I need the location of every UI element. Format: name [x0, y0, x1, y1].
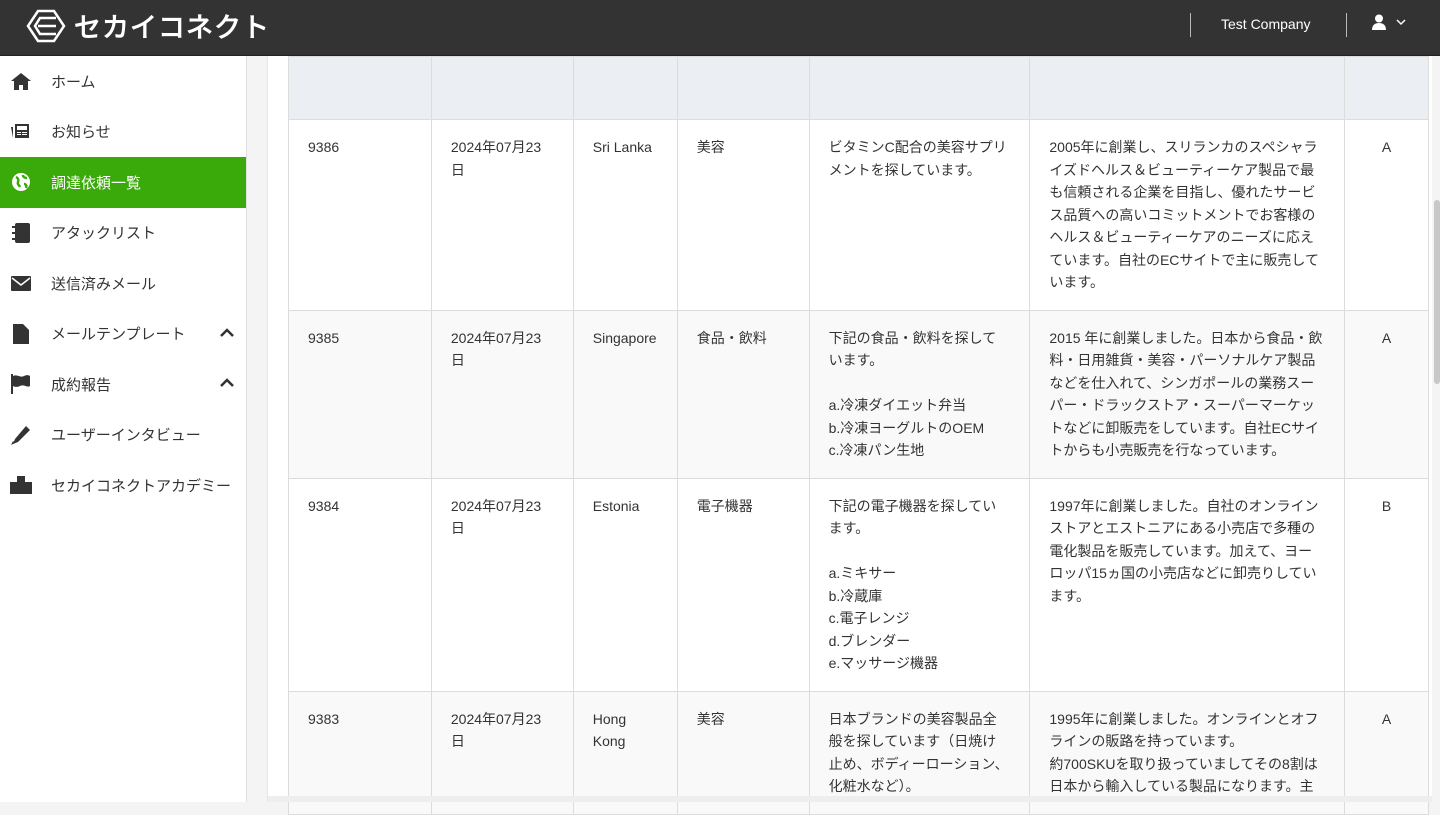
cell-date: 2024年07月23 日: [430, 309, 574, 479]
cell-company: 1997年に創業しました。自社のオンライン ストアとエストニアにある小売店で多種…: [1029, 477, 1345, 692]
cell-category: 美容: [676, 119, 810, 311]
cell-id: 9386: [288, 119, 432, 311]
cell-rank: B: [1344, 477, 1429, 692]
chevron-up-icon[interactable]: [220, 325, 234, 342]
cell-country: Singapore: [572, 309, 678, 479]
header-divider: [1190, 13, 1191, 37]
cell-company: 2015 年に創業しました。日本から食品・飲 料・日用雑貨・美容・パーソナルケア…: [1029, 309, 1345, 479]
notebook-icon: [10, 222, 32, 244]
sidebar-item-label: お知らせ: [51, 124, 111, 142]
logo-icon: [26, 9, 66, 42]
cell-request: ビタミンC配合の美容サプリ メントを探しています。: [808, 119, 1031, 311]
cell-id: 9385: [288, 309, 432, 479]
cell-rank: A: [1344, 119, 1429, 311]
table-row[interactable]: 9385 2024年07月23 日 Singapore 食品・飲料 下記の食品・飲料を探…: [288, 309, 1429, 479]
vertical-scrollbar[interactable]: [1432, 56, 1440, 802]
user-icon: [1372, 14, 1386, 30]
table-header-row: [288, 56, 1429, 120]
cell-category: 食品・飲料: [676, 309, 810, 479]
cell-request: 下記の電子機器を探してい ます。 a.ミキサー b.冷蔵庫 c.電子レンジ d.…: [808, 477, 1031, 692]
sidebar-item-label: セカイコネクトアカデミー: [51, 477, 232, 495]
cell-request: 下記の食品・飲料を探して います。 a.冷凍ダイエット弁当 b.冷凍ヨーグルトの…: [808, 309, 1031, 479]
requests-table: 9386 2024年07月23 日 Sri Lanka 美容 ビタミンC配合の美容サプリ…: [288, 56, 1429, 815]
sidebar-item-7[interactable]: ユーザーインタビュー: [0, 410, 246, 461]
newspaper-icon: [10, 121, 32, 143]
cell-company: 2005年に創業し、スリランカのスペシャラ イズドヘルス＆ビューティーケア製品で…: [1029, 119, 1345, 311]
user-menu-button[interactable]: [1372, 14, 1406, 30]
sidebar-item-5[interactable]: メールテンプレート: [0, 309, 246, 360]
brand-name: セカイコネクト: [74, 13, 270, 43]
sidebar-item-0[interactable]: ホーム: [0, 56, 246, 107]
home-icon: [10, 70, 32, 92]
sidebar-item-2[interactable]: 調達依頼一覧: [0, 157, 246, 208]
globe-icon: [10, 171, 32, 193]
table-row[interactable]: 9386 2024年07月23 日 Sri Lanka 美容 ビタミンC配合の美容サプリ…: [288, 119, 1429, 311]
company-name[interactable]: Test Company: [1221, 16, 1310, 32]
sidebar: ホームお知らせ調達依頼一覧 アタックリスト 送信済みメールメールテンプレート 成約報告…: [0, 56, 247, 802]
cell-country: Estonia: [572, 477, 678, 692]
sidebar-item-3[interactable]: アタックリスト: [0, 208, 246, 259]
sidebar-item-label: 調達依頼一覧: [51, 174, 142, 192]
building-icon: [10, 474, 32, 496]
top-header: セカイコネクト Test Company: [0, 0, 1440, 56]
cell-rank: A: [1344, 309, 1429, 479]
brand-logo[interactable]: セカイコネクト: [26, 6, 270, 45]
horizontal-scrollbar[interactable]: [268, 796, 1432, 802]
sidebar-item-label: ユーザーインタビュー: [51, 427, 201, 445]
scrollbar-thumb[interactable]: [1434, 200, 1440, 384]
sidebar-item-4[interactable]: 送信済みメール: [0, 258, 246, 309]
cell-country: Sri Lanka: [572, 119, 678, 311]
sidebar-item-1[interactable]: お知らせ: [0, 107, 246, 158]
sidebar-item-label: 成約報告: [51, 376, 112, 394]
pencil-icon: [10, 424, 32, 446]
sidebar-item-label: メールテンプレート: [51, 326, 186, 344]
sidebar-item-label: ホーム: [51, 73, 96, 91]
sidebar-item-6[interactable]: 成約報告: [0, 359, 246, 410]
sidebar-item-8[interactable]: セカイコネクトアカデミー: [0, 460, 246, 511]
cell-category: 電子機器: [676, 477, 810, 692]
flag-icon: [10, 373, 32, 395]
chevron-up-icon[interactable]: [220, 375, 234, 392]
sidebar-item-label: 送信済みメール: [51, 275, 157, 293]
file-icon: [10, 323, 32, 345]
envelope-icon: [10, 272, 32, 294]
gutter: [248, 56, 268, 802]
chevron-down-icon: [1396, 19, 1406, 26]
cell-id: 9384: [288, 477, 432, 692]
table-row[interactable]: 9384 2024年07月23 日 Estonia 電子機器 下記の電子機器を探してい …: [288, 477, 1429, 692]
header-divider: [1346, 13, 1347, 37]
cell-date: 2024年07月23 日: [430, 119, 574, 311]
cell-date: 2024年07月23 日: [430, 477, 574, 692]
main-content: 9386 2024年07月23 日 Sri Lanka 美容 ビタミンC配合の美容サプリ…: [268, 56, 1432, 815]
sidebar-item-label: アタックリスト: [51, 225, 157, 243]
